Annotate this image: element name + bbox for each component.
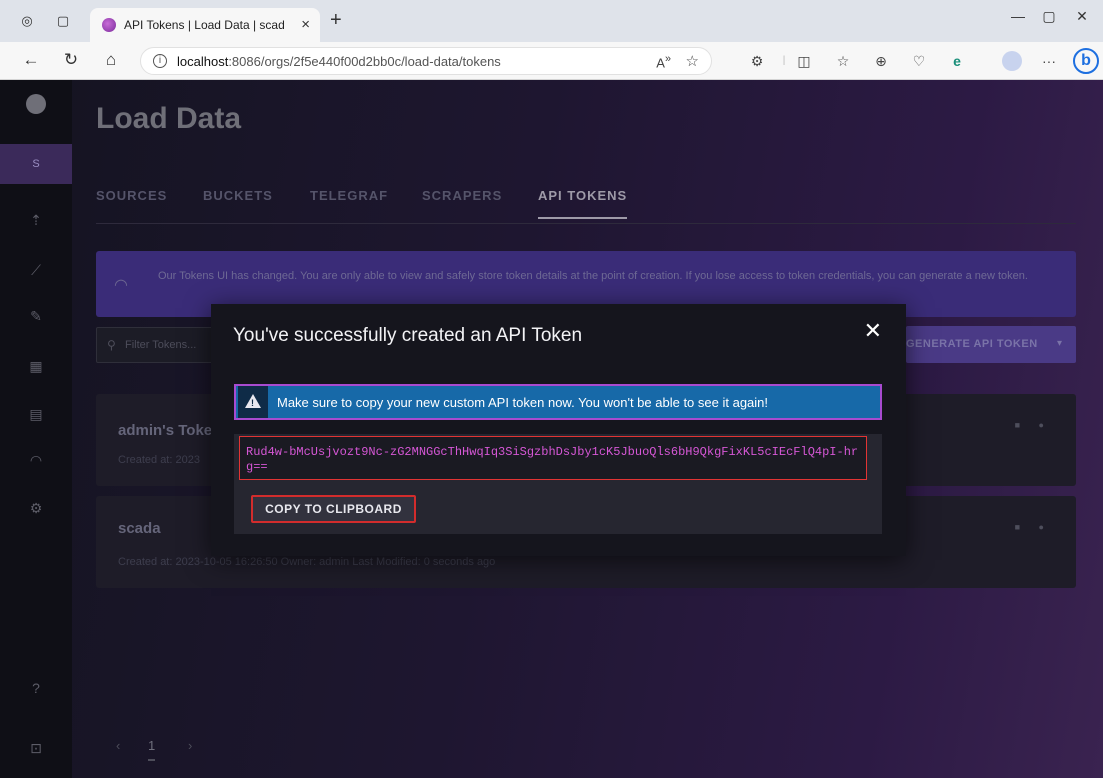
token-actions-icon[interactable]: ■ ● — [1015, 522, 1052, 532]
prev-page-button[interactable]: ‹ — [116, 738, 120, 753]
load-data-upload-icon[interactable]: ⇡ — [24, 212, 48, 232]
copy-warning-banner: ! Make sure to copy your new custom API … — [234, 384, 882, 420]
token-container: Rud4w-bMcUsjvozt9Nc-zG2MNGGcThHwqIq3SiSg… — [234, 434, 882, 534]
settings-gear-icon[interactable]: ⚙ — [24, 500, 48, 520]
filter-placeholder: Filter Tokens... — [125, 339, 197, 351]
bing-copilot-icon[interactable]: b — [1073, 48, 1099, 74]
tasks-calendar-icon[interactable]: ▤ — [24, 406, 48, 426]
api-token-value[interactable]: Rud4w-bMcUsjvozt9Nc-zG2MNGGcThHwqIq3SiSg… — [239, 436, 867, 480]
warning-text: Make sure to copy your new custom API to… — [277, 395, 769, 410]
browser-toolbar: ← ↻ ⌂ i localhost:8086/orgs/2f5e440f00d2… — [0, 42, 1103, 80]
read-aloud-icon[interactable]: A» — [656, 53, 671, 70]
modal-title: You've successfully created an API Token — [233, 325, 583, 346]
token-name[interactable]: scada — [118, 520, 161, 537]
chevron-down-icon: ▾ — [1056, 338, 1062, 349]
page-number-current[interactable]: 1 — [148, 738, 156, 761]
next-page-button[interactable]: › — [188, 738, 192, 753]
favorites-icon[interactable]: ☆ — [834, 53, 852, 69]
generate-api-token-button[interactable]: GENERATE API TOKEN ▾ — [906, 326, 1076, 363]
address-bar[interactable]: i localhost:8086/orgs/2f5e440f00d2bb0c/l… — [140, 47, 712, 75]
collapse-nav-icon[interactable]: ⊡ — [24, 740, 48, 760]
back-icon[interactable]: ← — [20, 50, 42, 70]
dashboards-icon[interactable]: ▦ — [24, 358, 48, 378]
new-tab-button[interactable]: + — [330, 9, 342, 32]
data-explorer-graph-icon[interactable]: ⟋ — [24, 262, 48, 282]
settings-more-icon[interactable]: ··· — [1040, 53, 1058, 69]
browser-tab-strip: ◎ ▢ API Tokens | Load Data | scada | × +… — [0, 0, 1103, 42]
tab-telegraf[interactable]: TELEGRAF — [310, 188, 388, 203]
close-window-button[interactable]: ✕ — [1067, 8, 1097, 25]
filter-tokens-input[interactable]: ⚲ Filter Tokens... — [96, 327, 226, 363]
tab-api-tokens[interactable]: API TOKENS — [538, 188, 628, 219]
browser-essentials-icon[interactable]: ♡ — [910, 53, 928, 69]
generate-button-label: GENERATE API TOKEN — [906, 338, 1038, 350]
tab-sources[interactable]: SOURCES — [96, 188, 167, 203]
refresh-icon[interactable]: ↻ — [60, 50, 82, 70]
profile-avatar[interactable] — [1002, 51, 1022, 71]
browser-tab-active[interactable]: API Tokens | Load Data | scada | × — [90, 8, 320, 42]
help-question-icon[interactable]: ? — [24, 680, 48, 700]
token-meta: Created at: 2023 — [118, 454, 200, 466]
notice-text: Our Tokens UI has changed. You are only … — [158, 270, 1028, 282]
collections-icon[interactable]: ⊕ — [872, 53, 890, 69]
tab-actions-icon[interactable]: ▢ — [54, 12, 72, 30]
copy-to-clipboard-button[interactable]: COPY TO CLIPBOARD — [251, 495, 416, 523]
internet-explorer-mode-icon[interactable]: e — [948, 53, 966, 69]
token-created-modal: You've successfully created an API Token… — [211, 304, 906, 556]
favorite-star-icon[interactable]: ☆ — [686, 52, 699, 70]
notebooks-pencil-icon[interactable]: ✎ — [24, 308, 48, 328]
minimize-window-button[interactable]: — — [1003, 8, 1033, 24]
site-info-icon[interactable]: i — [153, 54, 167, 68]
page-title: Load Data — [96, 102, 242, 135]
warning-icon: ! — [238, 386, 268, 418]
extensions-icon[interactable]: ⚙ — [748, 53, 766, 69]
close-modal-icon[interactable]: ✕ — [864, 318, 882, 344]
tab-buckets[interactable]: BUCKETS — [203, 188, 273, 203]
token-name[interactable]: admin's Token — [118, 422, 221, 439]
toolbar-divider: | — [782, 55, 786, 66]
influxdb-logo-icon[interactable] — [26, 94, 46, 114]
url-text[interactable]: localhost:8086/orgs/2f5e440f00d2bb0c/loa… — [177, 54, 501, 69]
alerts-bell-icon[interactable]: ◠ — [24, 452, 48, 472]
workspaces-icon[interactable]: ◎ — [18, 12, 36, 30]
token-meta: Created at: 2023-10-05 16:26:50 Owner: a… — [118, 556, 496, 568]
browser-tab-title: API Tokens | Load Data | scada | — [124, 18, 284, 32]
influxdb-favicon-icon — [102, 18, 116, 32]
search-icon: ⚲ — [107, 338, 116, 352]
tab-scrapers[interactable]: SCRAPERS — [422, 188, 502, 203]
org-switcher[interactable]: S — [0, 144, 72, 184]
bell-icon: ◠ — [114, 277, 128, 294]
load-data-tabs: SOURCES BUCKETS TELEGRAF SCRAPERS API TO… — [96, 188, 1076, 224]
maximize-window-button[interactable]: ▢ — [1034, 8, 1064, 25]
token-actions-icon[interactable]: ■ ● — [1015, 420, 1052, 430]
side-navigation: S ⇡ ⟋ ✎ ▦ ▤ ◠ ⚙ ? ⊡ — [0, 80, 72, 778]
close-tab-icon[interactable]: × — [301, 16, 310, 33]
split-screen-icon[interactable]: ◫ — [795, 53, 813, 69]
home-icon[interactable]: ⌂ — [100, 50, 122, 70]
